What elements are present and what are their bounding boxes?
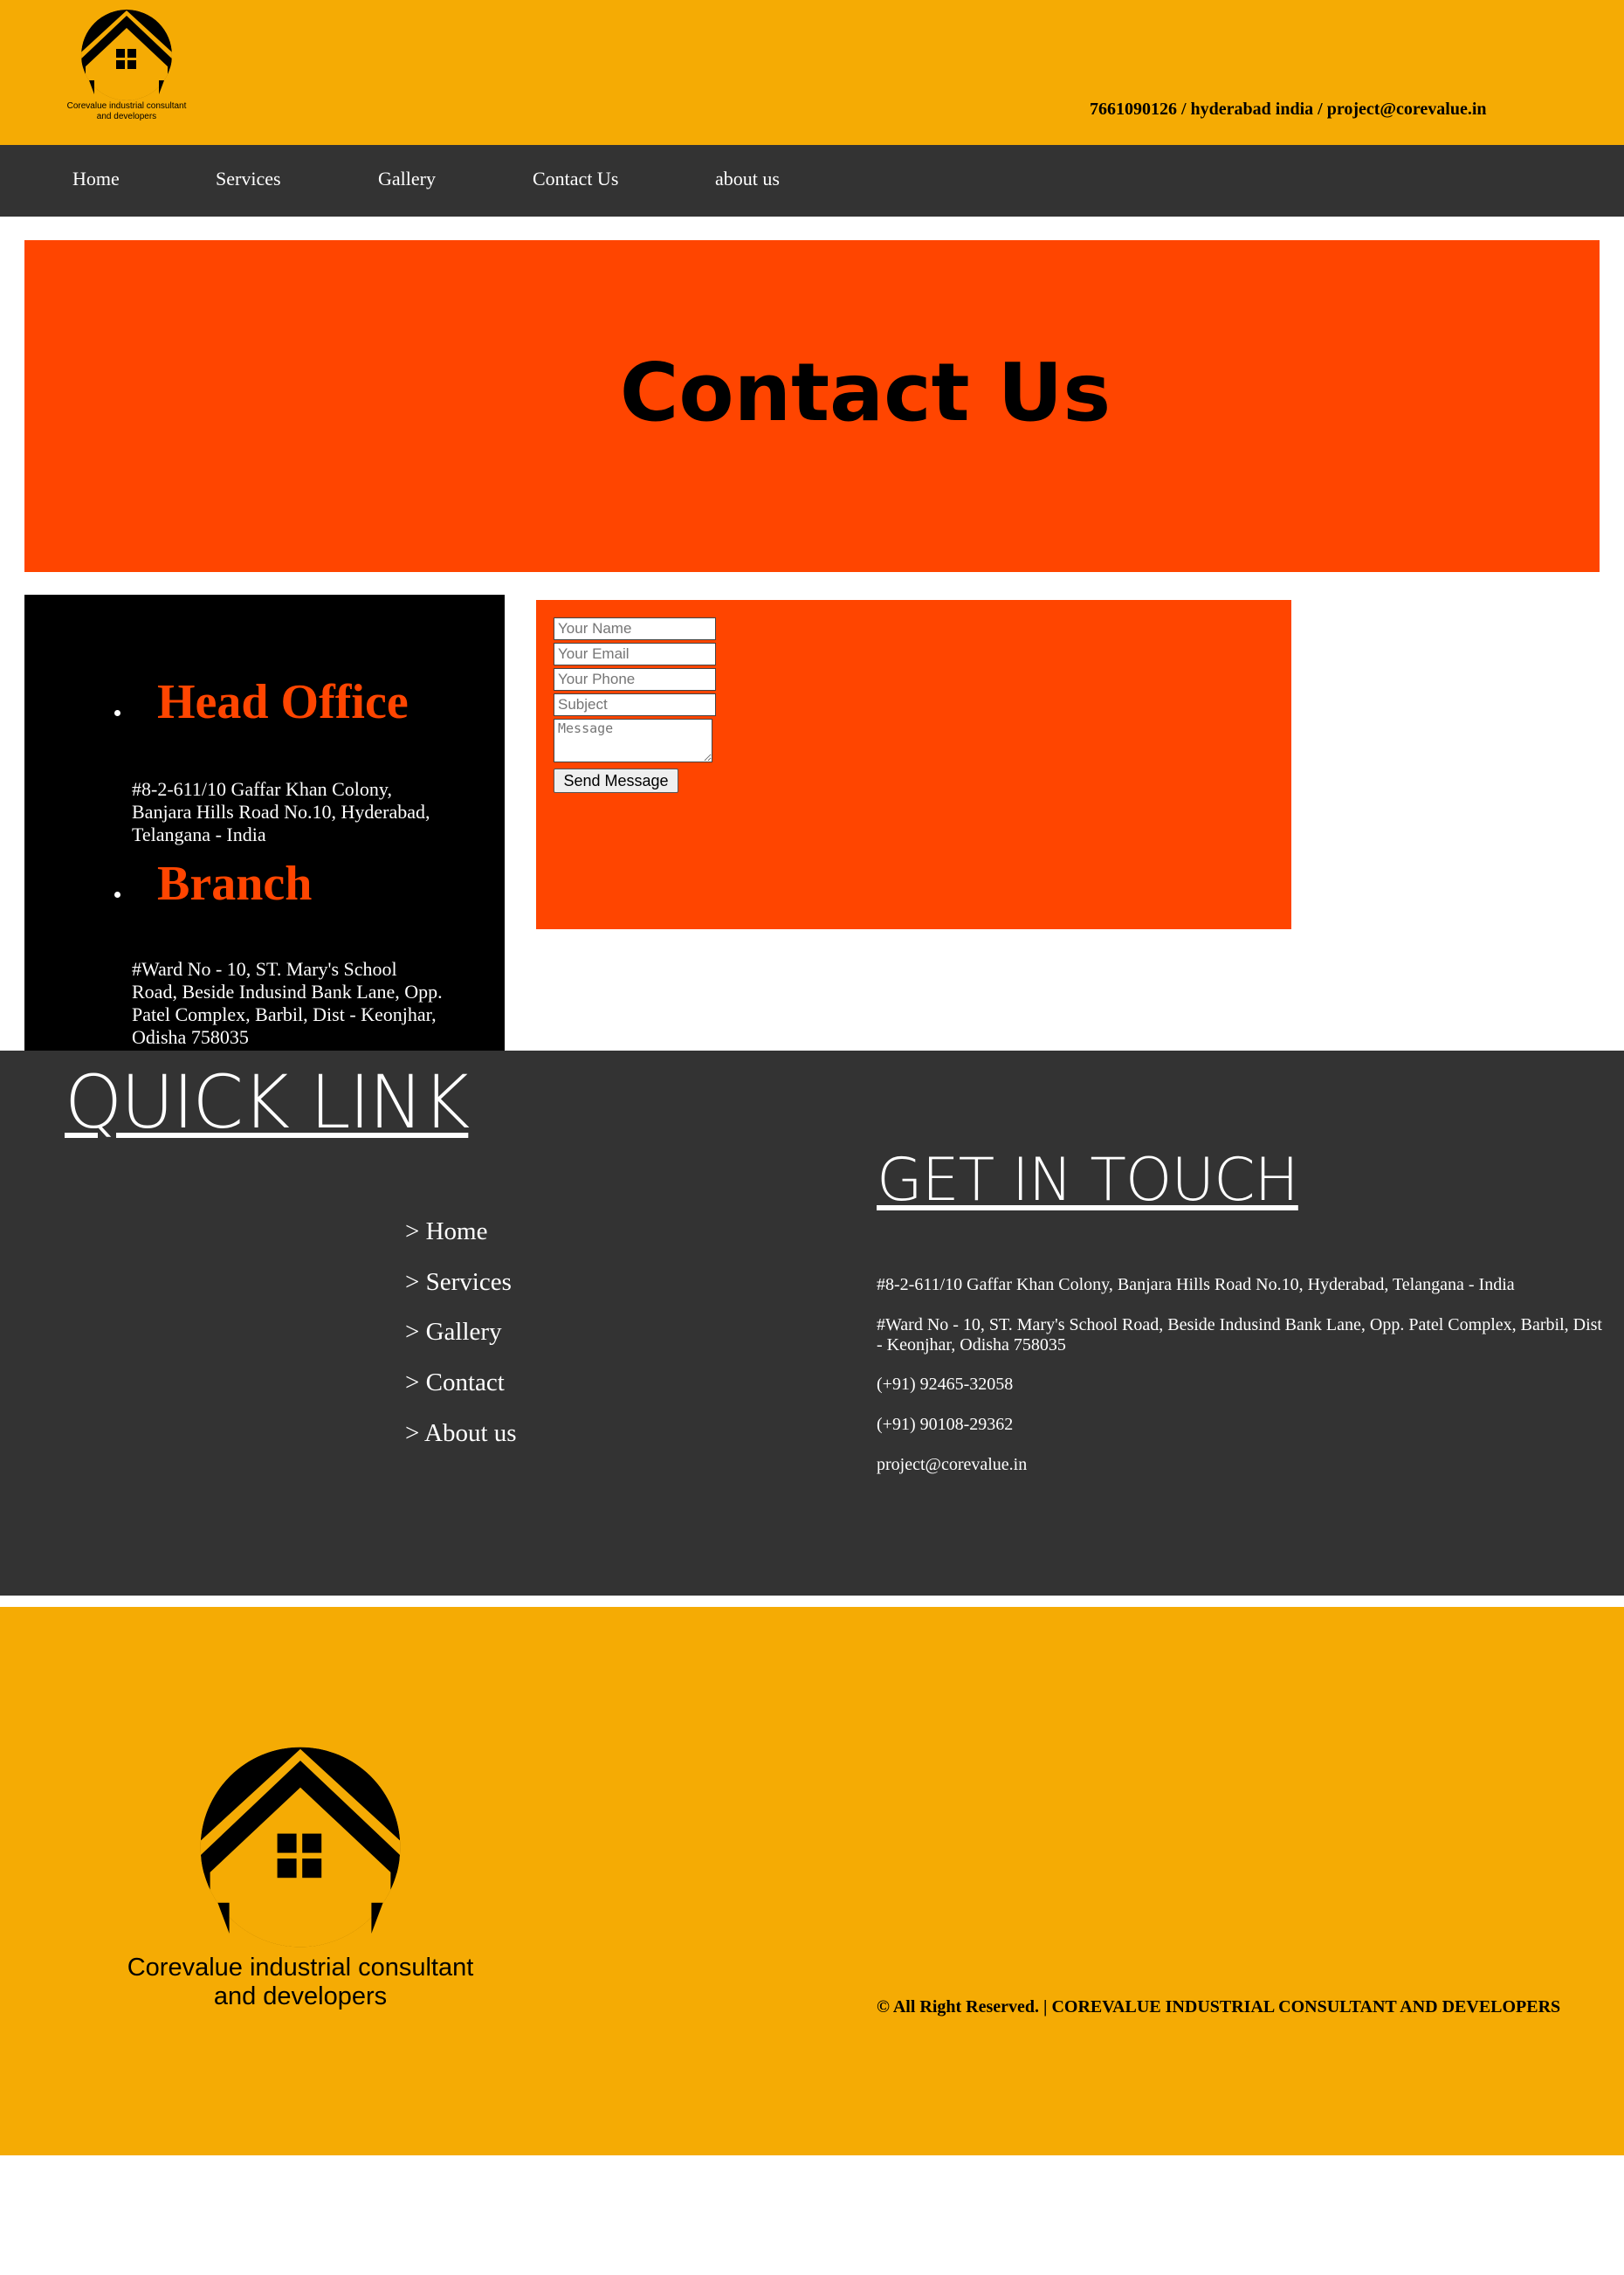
nav-services[interactable]: Services	[216, 168, 281, 190]
footer-address-hq: #8-2-611/10 Gaffar Khan Colony, Banjara …	[877, 1275, 1515, 1294]
footer-address-branch: #Ward No - 10, ST. Mary's School Road, B…	[877, 1315, 1602, 1355]
house-logo-large-icon	[200, 1747, 401, 1948]
get-in-touch-title: GET IN TOUCH	[877, 1146, 1299, 1215]
footer-link-services[interactable]: > Services	[405, 1267, 512, 1297]
phone-input[interactable]	[554, 668, 716, 691]
footer-link-gallery[interactable]: > Gallery	[405, 1317, 502, 1347]
footer-phone-2: (+91) 90108-29362	[877, 1415, 1014, 1434]
branch-address: #Ward No - 10, ST. Mary's School Road, B…	[132, 958, 443, 1048]
footer-link-contact[interactable]: > Contact	[405, 1368, 505, 1397]
head-office-heading: Head Office	[157, 675, 409, 729]
branch-heading: Branch	[157, 857, 313, 911]
email-input[interactable]	[554, 643, 716, 665]
list-bullet	[114, 710, 120, 716]
footer-link-home[interactable]: > Home	[405, 1217, 487, 1246]
nav-contact-us[interactable]: Contact Us	[533, 168, 618, 190]
header-contact-info: 7661090126 / hyderabad india / project@c…	[1090, 100, 1487, 119]
nav-gallery[interactable]: Gallery	[378, 168, 436, 190]
page-title: Contact Us	[619, 346, 1111, 439]
footer-email: project@corevalue.in	[877, 1455, 1028, 1474]
nav-about-us[interactable]: about us	[715, 168, 780, 190]
logo-text: Corevalue industrial consultant and deve…	[66, 101, 187, 121]
footer-logo: Corevalue industrial consultant and deve…	[108, 1734, 492, 2011]
head-office-address: #8-2-611/10 Gaffar Khan Colony, Banjara …	[132, 778, 430, 845]
copyright-notice: © All Right Reserved. | COREVALUE INDUST…	[877, 1997, 1561, 2016]
footer-phone-1: (+91) 92465-32058	[877, 1375, 1014, 1394]
name-input[interactable]	[554, 617, 716, 640]
send-message-button[interactable]: Send Message	[554, 769, 678, 793]
list-bullet	[114, 892, 120, 898]
subject-input[interactable]	[554, 693, 716, 716]
footer-link-about-us[interactable]: > About us	[405, 1418, 517, 1448]
site-logo[interactable]: Corevalue industrial consultant and deve…	[49, 7, 204, 122]
footer-logo-text: Corevalue industrial consultant and deve…	[127, 1954, 474, 2010]
message-textarea[interactable]	[554, 719, 712, 762]
quick-link-title: QUICK LINK	[65, 1059, 470, 1145]
house-logo-icon	[81, 10, 172, 100]
nav-home[interactable]: Home	[72, 168, 120, 190]
top-header-bar	[0, 0, 1624, 145]
